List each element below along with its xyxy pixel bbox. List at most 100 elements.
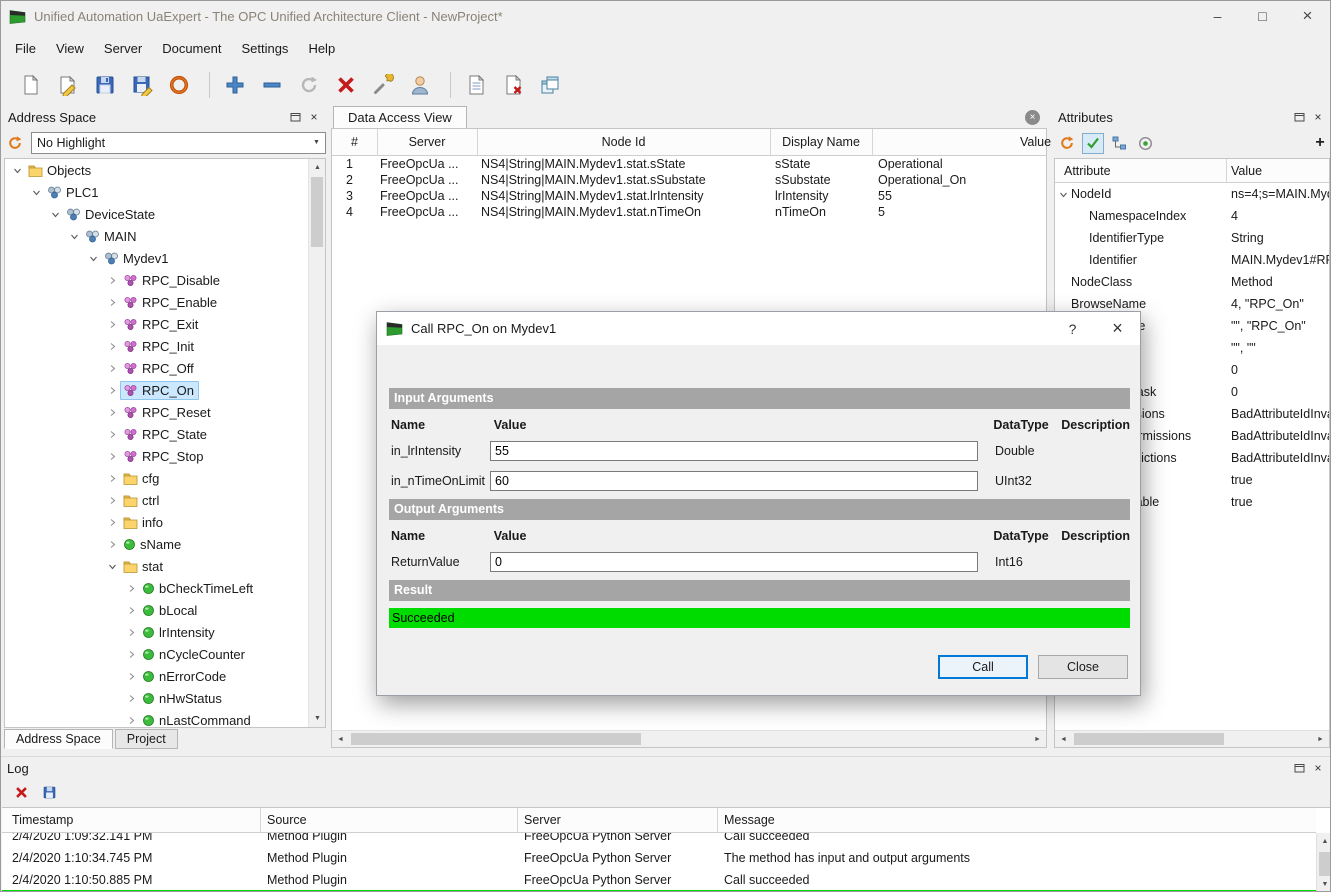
expand-icon[interactable]: [123, 584, 139, 593]
show-windows-button[interactable]: [534, 69, 566, 101]
target-icon[interactable]: [1134, 133, 1156, 154]
save-log-icon[interactable]: [39, 783, 59, 803]
table-row[interactable]: 4FreeOpcUa ...NS4|String|MAIN.Mydev1.sta…: [332, 204, 1046, 220]
scroll-right-icon[interactable]: ►: [1029, 731, 1046, 748]
call-button[interactable]: Call: [938, 655, 1028, 679]
scroll-up-icon[interactable]: ▲: [1317, 833, 1331, 850]
attribute-row-NodeId[interactable]: NodeIdns=4;s=MAIN.Mydev1#RPC_On: [1055, 183, 1329, 205]
close-panel-icon[interactable]: ×: [306, 109, 322, 125]
column-separator[interactable]: [1226, 159, 1227, 182]
column-source[interactable]: Source: [267, 808, 307, 833]
tree-item-bLocal[interactable]: bLocal: [5, 599, 325, 621]
close-panel-icon[interactable]: ×: [1310, 109, 1326, 125]
float-panel-icon[interactable]: [1291, 109, 1307, 125]
float-panel-icon[interactable]: [1291, 760, 1307, 776]
save-document-button[interactable]: [89, 69, 121, 101]
menu-view[interactable]: View: [46, 35, 94, 62]
tree-item-info[interactable]: info: [5, 511, 325, 533]
uaexpert-o-button[interactable]: [163, 69, 195, 101]
tree-item-RPC_Stop[interactable]: RPC_Stop: [5, 445, 325, 467]
column-separator[interactable]: [260, 808, 261, 832]
remove-document-button[interactable]: [497, 69, 529, 101]
highlight-refresh-icon[interactable]: [4, 132, 26, 154]
minimize-button[interactable]: –: [1195, 1, 1240, 31]
tree-item-sName[interactable]: sName: [5, 533, 325, 555]
argument-value-input[interactable]: [490, 441, 978, 461]
column-value[interactable]: Value: [1231, 159, 1262, 183]
dav-horizontal-scrollbar[interactable]: ◄ ►: [332, 730, 1046, 747]
column-separator[interactable]: [872, 129, 873, 155]
close-button[interactable]: ×: [1285, 1, 1330, 31]
collapse-icon[interactable]: [66, 232, 82, 241]
scrollbar-thumb[interactable]: [1074, 733, 1224, 745]
menu-settings[interactable]: Settings: [231, 35, 298, 62]
column-separator[interactable]: [517, 808, 518, 832]
close-document-icon[interactable]: ×: [1025, 110, 1040, 125]
argument-value-input[interactable]: [490, 552, 978, 572]
expand-icon[interactable]: [104, 518, 120, 527]
expand-icon[interactable]: [123, 716, 139, 725]
expand-icon[interactable]: [104, 540, 120, 549]
save-edit-button[interactable]: [126, 69, 158, 101]
expand-icon[interactable]: [104, 298, 120, 307]
add-server-button[interactable]: [219, 69, 251, 101]
scroll-left-icon[interactable]: ◄: [332, 731, 349, 748]
tree-item-stat[interactable]: stat: [5, 555, 325, 577]
attribute-row-Identifier[interactable]: IdentifierMAIN.Mydev1#RPC_On: [1055, 249, 1329, 271]
collapse-icon[interactable]: [104, 562, 120, 571]
open-document-button[interactable]: [52, 69, 84, 101]
expand-icon[interactable]: [104, 386, 120, 395]
tab-project[interactable]: Project: [115, 729, 178, 749]
tree-item-nErrorCode[interactable]: nErrorCode: [5, 665, 325, 687]
attribute-row-IdentifierType[interactable]: IdentifierTypeString: [1055, 227, 1329, 249]
tree-item-RPC_Off[interactable]: RPC_Off: [5, 357, 325, 379]
column-attribute[interactable]: Attribute: [1064, 159, 1111, 183]
column-server[interactable]: Server: [377, 129, 477, 156]
column-message[interactable]: Message: [724, 808, 775, 833]
tree-item-nHwStatus[interactable]: nHwStatus: [5, 687, 325, 709]
scroll-up-icon[interactable]: ▲: [309, 159, 326, 176]
table-row[interactable]: 2FreeOpcUa ...NS4|String|MAIN.Mydev1.sta…: [332, 172, 1046, 188]
tree-item-RPC_Enable[interactable]: RPC_Enable: [5, 291, 325, 313]
menu-server[interactable]: Server: [94, 35, 152, 62]
reconnect-button[interactable]: [293, 69, 325, 101]
log-row[interactable]: 2/4/2020 1:10:34.745 PMMethod PluginFree…: [2, 847, 1316, 869]
expand-icon[interactable]: [104, 276, 120, 285]
expand-icon[interactable]: [104, 496, 120, 505]
log-row[interactable]: 2/4/2020 1:09:32.141 PMMethod PluginFree…: [2, 833, 1316, 847]
expand-icon[interactable]: [104, 474, 120, 483]
collapse-icon[interactable]: [28, 188, 44, 197]
tree-item-nLastCommand[interactable]: nLastCommand: [5, 709, 325, 728]
collapse-icon[interactable]: [9, 166, 25, 175]
collapse-icon[interactable]: [47, 210, 63, 219]
tab-data-access-view[interactable]: Data Access View: [333, 106, 467, 128]
column-separator[interactable]: [477, 129, 478, 155]
hierarchy-view-icon[interactable]: [1108, 133, 1130, 154]
tree-item-Objects[interactable]: Objects: [5, 159, 325, 181]
add-document-button[interactable]: [460, 69, 492, 101]
column-separator[interactable]: [717, 808, 718, 832]
tree-item-RPC_Init[interactable]: RPC_Init: [5, 335, 325, 357]
attribute-row-NamespaceIndex[interactable]: NamespaceIndex4: [1055, 205, 1329, 227]
log-row[interactable]: 2/4/2020 1:10:50.885 PMMethod PluginFree…: [2, 869, 1316, 891]
tree-item-nCycleCounter[interactable]: nCycleCounter: [5, 643, 325, 665]
scroll-down-icon[interactable]: ▼: [309, 710, 326, 727]
expand-icon[interactable]: [123, 694, 139, 703]
dialog-help-button[interactable]: ?: [1050, 312, 1095, 345]
tree-item-PLC1[interactable]: PLC1: [5, 181, 325, 203]
dialog-close-button[interactable]: ×: [1095, 312, 1140, 345]
close-button[interactable]: Close: [1038, 655, 1128, 679]
tree-item-RPC_Disable[interactable]: RPC_Disable: [5, 269, 325, 291]
scroll-down-icon[interactable]: ▼: [1317, 876, 1331, 892]
expand-icon[interactable]: [104, 452, 120, 461]
expand-icon[interactable]: [104, 364, 120, 373]
column-server[interactable]: Server: [524, 808, 561, 833]
tree-item-RPC_On[interactable]: RPC_On: [5, 379, 325, 401]
expand-icon[interactable]: [123, 606, 139, 615]
scrollbar-thumb[interactable]: [1319, 852, 1330, 876]
expand-icon[interactable]: [123, 650, 139, 659]
expand-icon[interactable]: [123, 628, 139, 637]
scroll-left-icon[interactable]: ◄: [1055, 731, 1072, 748]
expand-icon[interactable]: [104, 320, 120, 329]
tree-item-Mydev1[interactable]: Mydev1: [5, 247, 325, 269]
